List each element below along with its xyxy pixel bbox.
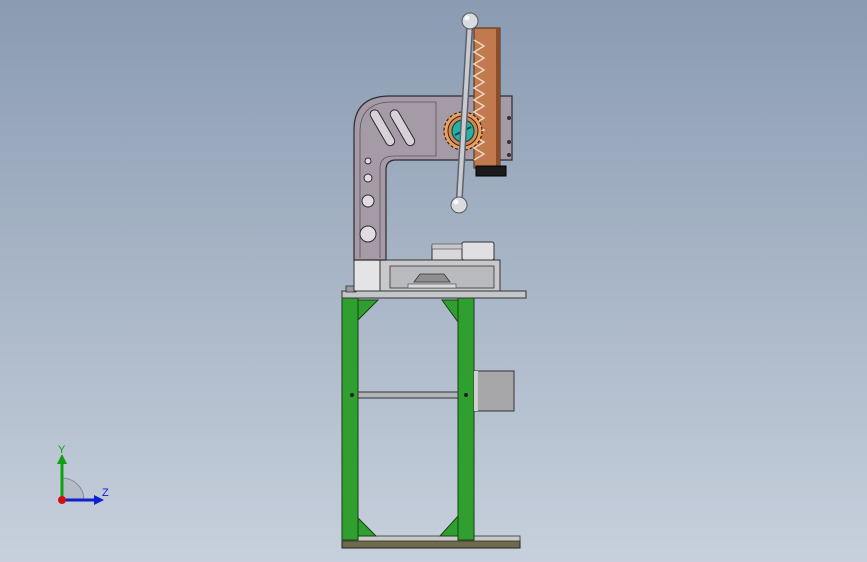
- stand-right-leg: [457, 297, 475, 541]
- stand-side-box: [473, 370, 515, 412]
- view-orientation-triad-icon: Y Z: [57, 444, 109, 505]
- handle-bottom-knob[interactable]: [450, 196, 468, 214]
- stand-left-leg: [341, 297, 359, 541]
- stand-cross-bar: [357, 391, 459, 399]
- triad-z-label: Z: [102, 487, 109, 499]
- handle-top-knob[interactable]: [461, 12, 479, 30]
- stand: [341, 285, 527, 549]
- triad-y-label: Y: [58, 444, 66, 456]
- hand-press-assembly-model[interactable]: [0, 0, 867, 562]
- ram-foot: [475, 165, 507, 177]
- graphics-viewport[interactable]: Y Z: [0, 0, 867, 562]
- table-top: [341, 290, 527, 299]
